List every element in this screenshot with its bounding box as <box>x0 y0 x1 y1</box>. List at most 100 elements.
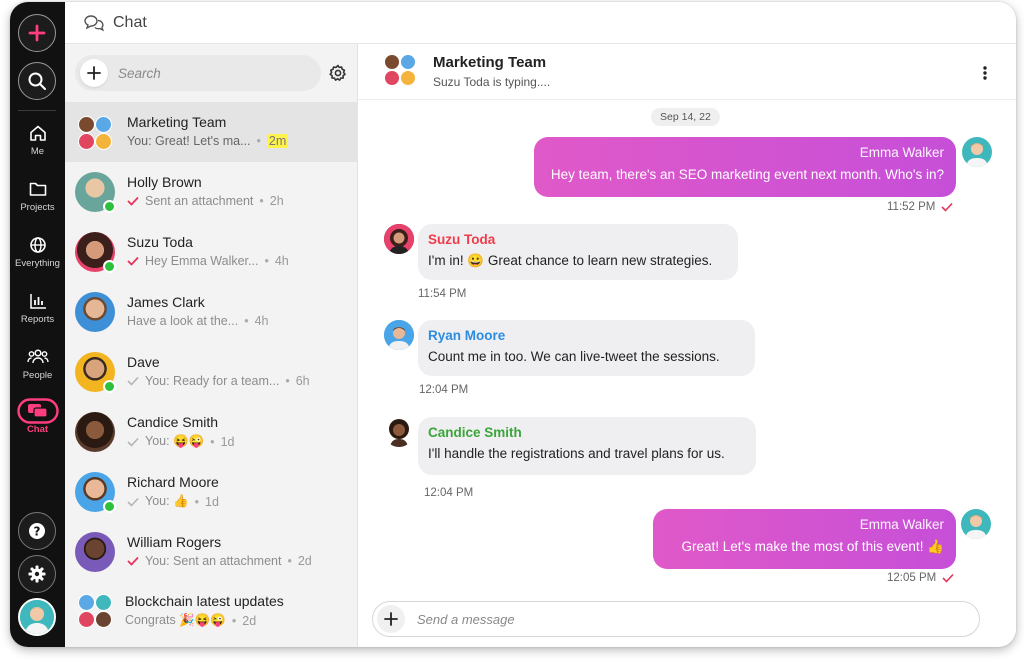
sender-avatar <box>962 137 992 167</box>
avatar <box>75 412 115 452</box>
chat-icon <box>84 14 104 31</box>
rail-item-projects[interactable]: Projects <box>10 176 65 224</box>
chat-name: James Clark <box>127 294 205 310</box>
rail-item-me[interactable]: Me <box>10 120 65 168</box>
more-options-button[interactable] <box>982 64 988 82</box>
avatar <box>75 532 115 572</box>
separator-dot: • <box>244 314 249 328</box>
online-indicator <box>103 500 116 513</box>
help-button[interactable]: ? <box>18 512 56 550</box>
separator-dot: • <box>231 613 237 628</box>
rail-item-people[interactable]: People <box>10 344 65 392</box>
message-text: I'm in! 😀 Great chance to learn new stra… <box>428 253 713 268</box>
message-sender: Emma Walker <box>859 145 944 160</box>
chat-list-panel: Marketing Team You: Great! Let's ma... •… <box>65 44 358 647</box>
chat-item-marketing-team[interactable]: Marketing Team You: Great! Let's ma... •… <box>65 102 358 162</box>
chat-item-dave[interactable]: Dave You: Ready for a team... • 6h <box>65 342 358 402</box>
chat-item-candice-smith[interactable]: Candice Smith You: 😝😜 • 1d <box>65 402 358 462</box>
rail-label: Chat <box>26 424 49 435</box>
separator-dot: • <box>256 134 261 148</box>
search-button[interactable] <box>18 62 56 100</box>
page-title: Chat <box>113 13 147 31</box>
rail-label: Reports <box>20 314 55 325</box>
message-sender: Suzu Toda <box>428 232 496 247</box>
bar-chart-icon <box>29 288 47 314</box>
chat-preview: Congrats 🎉😝😜 <box>125 613 226 627</box>
separator-dot: • <box>194 494 199 509</box>
separator-dot: • <box>264 254 269 268</box>
settings-button[interactable] <box>18 555 56 593</box>
app-window: Me Projects Everything Reports People Ch… <box>10 2 1016 647</box>
message-input[interactable] <box>417 611 957 627</box>
message-timestamp: 12:04 PM <box>419 384 468 396</box>
time-text: 11:52 PM <box>887 201 936 213</box>
chat-preview: You: 👍 <box>145 494 189 508</box>
new-chat-button[interactable] <box>80 59 108 87</box>
conversation-title: Marketing Team <box>433 54 547 71</box>
chat-name: Candice Smith <box>127 414 219 430</box>
chat-preview: You: Sent an attachment <box>145 554 282 568</box>
plus-icon <box>28 24 46 42</box>
separator-dot: • <box>285 374 290 388</box>
rail-label: Projects <box>20 202 55 213</box>
chat-settings-button[interactable] <box>329 64 349 84</box>
check-icon <box>941 202 953 212</box>
search-input[interactable] <box>118 65 308 81</box>
separator-dot: • <box>210 434 215 449</box>
check-icon <box>942 573 954 583</box>
chat-preview: You: 😝😜 <box>145 434 205 448</box>
check-icon <box>127 256 139 266</box>
date-separator: Sep 14, 22 <box>651 108 720 126</box>
chat-time: 1d <box>205 494 219 509</box>
attach-button[interactable] <box>377 605 405 633</box>
globe-icon <box>29 232 47 258</box>
conversation-panel: Marketing Team Suzu Toda is typing.... S… <box>358 44 1016 647</box>
online-indicator <box>103 380 116 393</box>
svg-text:?: ? <box>34 525 41 539</box>
message-text: Great! Let's make the most of this event… <box>681 539 945 554</box>
top-bar: Chat <box>65 2 1016 44</box>
check-icon <box>127 497 139 507</box>
rail-item-everything[interactable]: Everything <box>10 232 65 280</box>
chat-time: 4h <box>274 254 289 268</box>
message-bubble-incoming: Ryan Moore Count me in too. We can live-… <box>418 320 755 376</box>
message-text: Hey team, there's an SEO marketing event… <box>550 167 944 182</box>
chat-preview: You: Ready for a team... <box>145 374 280 388</box>
avatar <box>75 292 115 332</box>
chat-item-james-clark[interactable]: James Clark Have a look at the... • 4h <box>65 282 358 342</box>
chat-item-suzu-toda[interactable]: Suzu Toda Hey Emma Walker... • 4h <box>65 222 358 282</box>
chat-bubbles-icon <box>16 398 59 424</box>
message-sender: Candice Smith <box>428 425 522 440</box>
chat-preview-row: You: Great! Let's ma... • 2m <box>127 134 289 148</box>
chat-preview: Hey Emma Walker... <box>145 254 259 268</box>
rail-item-reports[interactable]: Reports <box>10 288 65 336</box>
chat-time: 2h <box>269 194 284 208</box>
chat-item-richard-moore[interactable]: Richard Moore You: 👍 • 1d <box>65 462 358 522</box>
group-avatar <box>75 591 115 631</box>
user-avatar[interactable] <box>18 598 56 636</box>
message-timestamp: 11:54 PM <box>418 288 466 300</box>
chat-item-blockchain-latest-updates[interactable]: Blockchain latest updates Congrats 🎉😝😜 •… <box>65 580 358 640</box>
question-icon: ? <box>29 523 45 539</box>
add-button[interactable] <box>18 14 56 52</box>
message-bubble-outgoing: Emma Walker Great! Let's make the most o… <box>653 509 956 569</box>
message-bubble-incoming: Candice Smith I'll handle the registrati… <box>418 417 756 475</box>
rail-divider <box>18 110 56 111</box>
left-rail: Me Projects Everything Reports People Ch… <box>10 2 65 647</box>
online-indicator <box>103 260 116 273</box>
chat-preview-row: Sent an attachment • 2h <box>127 194 284 208</box>
chat-item-holly-brown[interactable]: Holly Brown Sent an attachment • 2h <box>65 162 358 222</box>
chat-item-william-rogers[interactable]: William Rogers You: Sent an attachment •… <box>65 522 358 582</box>
separator-dot: • <box>259 194 264 208</box>
rail-label: People <box>22 370 53 381</box>
chat-preview-row: You: 😝😜 • 1d <box>127 434 234 449</box>
chat-time: 6h <box>295 374 310 388</box>
message-composer <box>372 601 980 637</box>
check-icon <box>127 556 139 566</box>
chat-time: 2m <box>266 134 289 148</box>
rail-item-chat[interactable]: Chat <box>10 398 65 446</box>
check-icon <box>127 376 139 386</box>
home-icon <box>29 120 47 146</box>
time-text: 12:04 PM <box>419 384 469 396</box>
check-icon <box>127 196 139 206</box>
